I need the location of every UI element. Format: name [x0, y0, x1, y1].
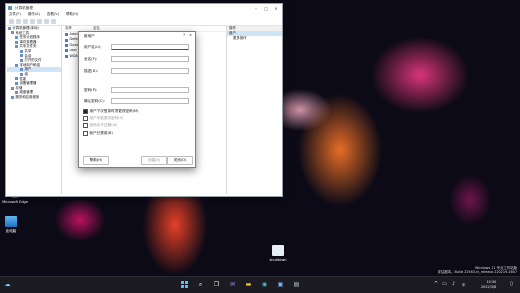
back-icon[interactable] — [9, 19, 14, 24]
dialog-help-button[interactable]: ? — [183, 33, 185, 37]
username-input[interactable] — [111, 44, 189, 50]
navigation-tree: 计算机管理(本地) 系统工具 任务计划程序 事件查看器 共享文件夹 共享 会话 … — [7, 26, 62, 194]
checkbox-must-change-password[interactable]: 用户下次登录时须更改密码(M) — [83, 109, 139, 114]
user-icon — [65, 49, 68, 53]
refresh-icon[interactable] — [37, 19, 42, 24]
event-viewer-icon — [15, 40, 18, 44]
task-view-icon[interactable]: ❐ — [212, 280, 221, 289]
checkbox-box — [83, 116, 88, 121]
computer-icon — [8, 26, 11, 30]
storage-icon — [11, 86, 14, 90]
maximize-button[interactable]: □ — [261, 4, 271, 12]
task-scheduler-icon — [15, 35, 18, 39]
description-label: 描述(D): — [84, 69, 98, 73]
file-icon — [20, 58, 23, 62]
store-icon[interactable]: ▣ — [276, 280, 285, 289]
close-button[interactable]: × — [271, 4, 281, 12]
confirm-password-input[interactable] — [111, 98, 189, 104]
device-manager-icon — [15, 81, 18, 85]
actions-pane: 操作 用户 更多操作 — [226, 26, 282, 194]
network-icon[interactable]: ▭ — [442, 281, 447, 287]
close-dialog-button[interactable]: 关闭(O) — [167, 156, 193, 165]
checkbox-password-never-expires[interactable]: 密码永不过期(W) — [83, 123, 117, 128]
up-icon[interactable] — [23, 19, 28, 24]
computer-management-taskbar-icon[interactable]: ▤ — [292, 280, 301, 289]
desktop-icon-label: Microsoft Edge — [2, 200, 28, 204]
user-icon — [65, 43, 68, 47]
search-icon[interactable]: ⌕ — [196, 280, 205, 289]
edge-icon[interactable]: ◉ — [260, 280, 269, 289]
fullname-input[interactable] — [111, 56, 189, 62]
more-actions-link[interactable]: 更多操作 — [227, 36, 282, 41]
checkbox-box — [83, 123, 88, 128]
desktop-icon-label: shutdown — [269, 258, 287, 262]
forward-icon[interactable] — [16, 19, 21, 24]
clock[interactable]: 10:30 2022/3/8 — [481, 280, 496, 289]
clock-date: 2022/3/8 — [481, 284, 497, 289]
widgets-icon[interactable]: ☁ — [3, 280, 12, 289]
title-bar[interactable]: 计算机管理 – □ × — [6, 4, 282, 12]
start-icon[interactable] — [180, 280, 189, 289]
export-icon[interactable] — [44, 19, 49, 24]
watermark-line-2: 评估副本。Build 22563.ni_release.220219-1607 — [437, 270, 517, 275]
disk-icon — [15, 91, 18, 95]
toolbar — [6, 18, 282, 26]
folder-icon — [20, 49, 23, 53]
checkbox-cannot-change-password[interactable]: 用户不能更改密码(S) — [83, 116, 123, 121]
user-icon — [65, 33, 68, 37]
folder-icon — [20, 72, 23, 76]
session-icon — [20, 54, 23, 58]
new-user-dialog: 新用户 ? × 用户名(U): 全名(F): 描述(D): 密码(P): 确认密… — [78, 31, 196, 168]
tray-chevron-icon[interactable]: ^ — [434, 281, 438, 287]
desktop-icon-shutdown[interactable]: shutdown — [261, 245, 295, 262]
windows-logo-icon — [180, 280, 189, 289]
windows-watermark: Windows 11 专业工作站版 评估副本。Build 22563.ni_re… — [438, 266, 517, 275]
desktop-icon-this-pc[interactable]: 此电脑 — [0, 216, 28, 234]
dialog-close-button[interactable]: × — [189, 33, 192, 37]
app-icon — [8, 6, 12, 10]
taskbar: ☁ ⌕ ❐ ✉ ▬ ◉ ▣ ▤ ^ ▭ ♪ 中 10:30 2022/3/8 ▯ — [0, 276, 520, 293]
password-label: 密码(P): — [84, 88, 98, 92]
user-icon — [65, 54, 68, 58]
checkbox-box — [83, 109, 88, 114]
dialog-title: 新用户 — [84, 34, 95, 38]
folder-icon — [20, 68, 23, 72]
username-label: 用户名(U): — [84, 45, 102, 49]
volume-icon[interactable]: ♪ — [452, 281, 455, 287]
fullname-label: 全名(F): — [84, 57, 98, 61]
computer-icon — [5, 216, 17, 227]
create-button[interactable]: 创建(E) — [141, 156, 167, 165]
input-language[interactable]: 中 — [462, 282, 465, 287]
shortcut-icon — [272, 245, 284, 256]
password-input[interactable] — [111, 87, 189, 93]
services-icon — [11, 95, 14, 99]
tools-icon — [11, 31, 14, 35]
checkbox-account-disabled[interactable]: 帐户已禁用(B) — [83, 131, 113, 136]
help-icon[interactable] — [51, 19, 56, 24]
window-title: 计算机管理 — [15, 5, 33, 10]
tree-item[interactable]: 服务和应用程序 — [7, 95, 61, 100]
help-button[interactable]: 帮助(H) — [83, 156, 109, 165]
users-group-icon — [15, 63, 18, 67]
show-tree-icon[interactable] — [30, 19, 35, 24]
description-input[interactable] — [111, 68, 189, 74]
shared-folder-icon — [15, 45, 18, 49]
performance-icon — [15, 77, 18, 81]
notification-icon[interactable]: ▯ — [510, 281, 513, 287]
checkbox-box — [83, 131, 88, 136]
desktop-icon-label: 此电脑 — [5, 229, 17, 233]
file-explorer-icon[interactable]: ▬ — [244, 280, 253, 289]
confirm-password-label: 确认密码(C): — [84, 99, 105, 103]
user-icon — [65, 38, 68, 42]
minimize-button[interactable]: – — [251, 4, 261, 12]
chat-icon[interactable]: ✉ — [228, 280, 237, 289]
